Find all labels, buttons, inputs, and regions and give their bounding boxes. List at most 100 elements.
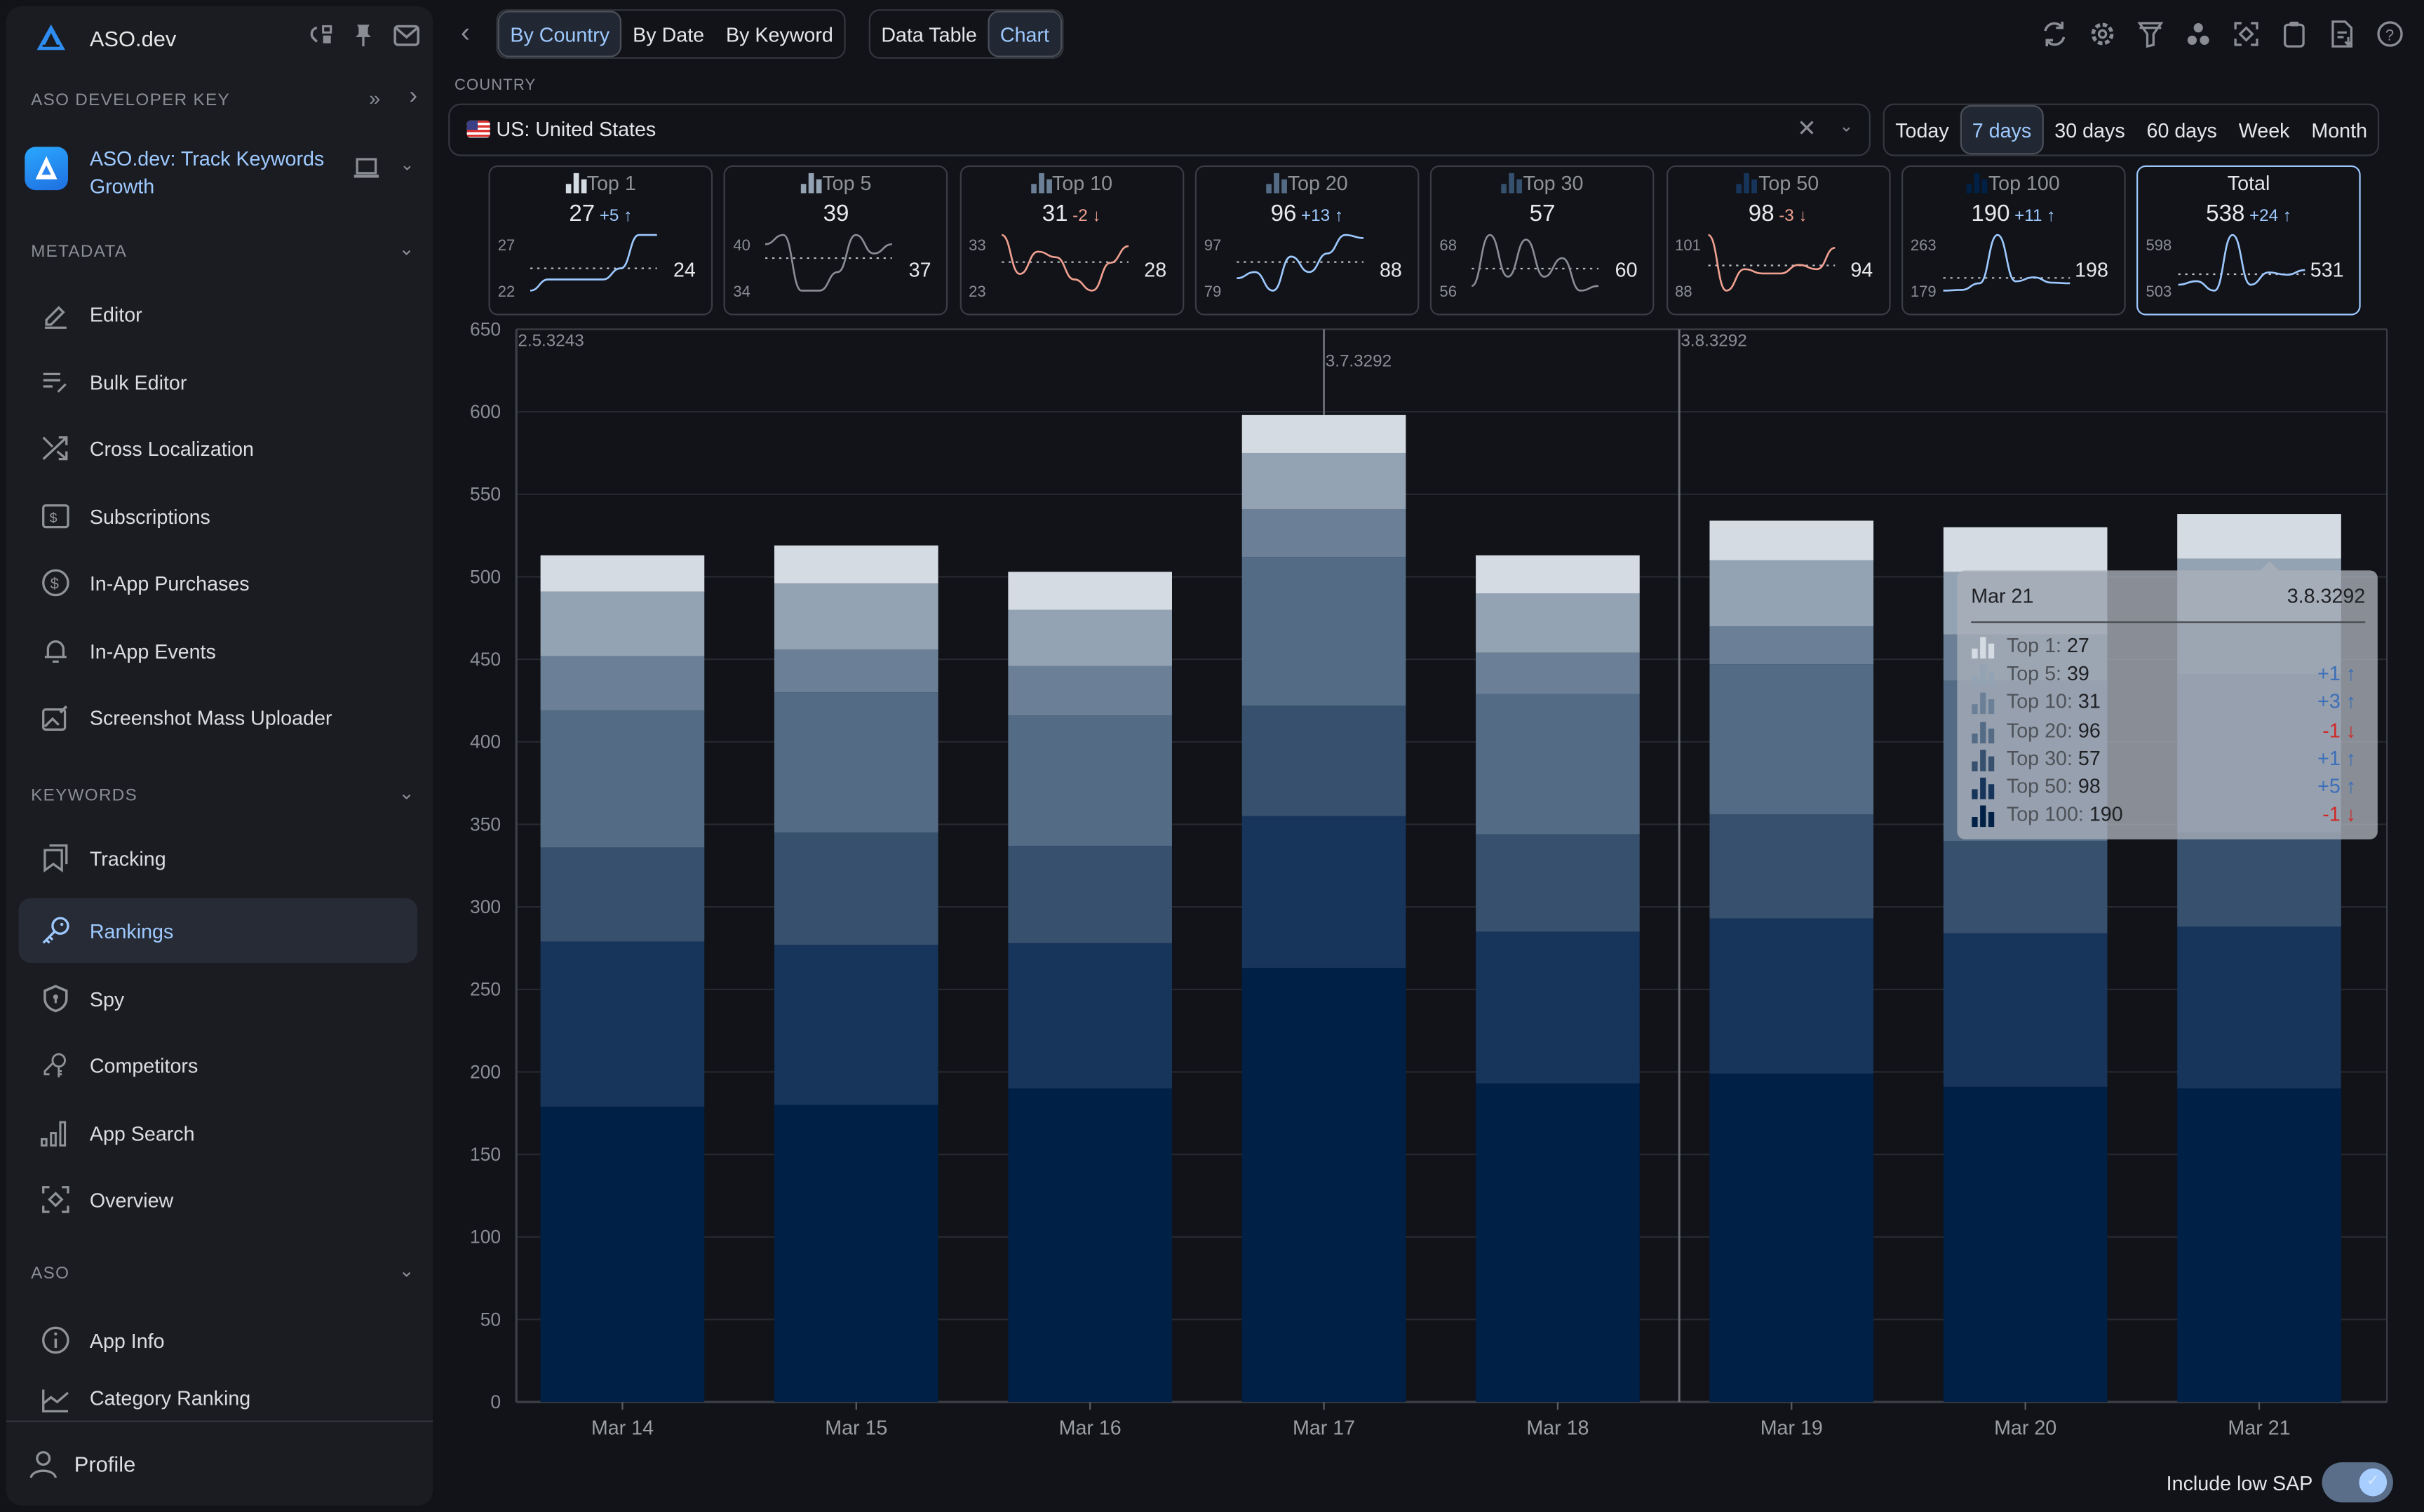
- tab-data-table[interactable]: Data Table: [870, 11, 988, 57]
- bar-segment-top-1[interactable]: [540, 555, 705, 592]
- range-7-days[interactable]: 7 days: [1960, 104, 2044, 155]
- bar-segment-top-100[interactable]: [774, 1105, 938, 1403]
- profile-button[interactable]: Profile: [28, 1448, 135, 1479]
- app-selector[interactable]: ASO.dev: Track Keywords Growth ⌄: [25, 142, 420, 204]
- bar-segment-top-20[interactable]: [540, 710, 705, 848]
- bar-segment-top-1[interactable]: [1241, 414, 1406, 453]
- bar-segment-top-30[interactable]: [2177, 832, 2341, 927]
- bar-segment-top-10[interactable]: [1241, 508, 1406, 558]
- range-week[interactable]: Week: [2228, 105, 2301, 155]
- tab-by-keyword[interactable]: By Keyword: [715, 11, 844, 57]
- sidebar-item-in-app-events[interactable]: In-App Events: [18, 619, 417, 684]
- bar-segment-top-100[interactable]: [2177, 1088, 2341, 1403]
- bar-segment-top-1[interactable]: [774, 545, 938, 583]
- sidebar-item-subscriptions[interactable]: $ Subscriptions: [18, 484, 417, 549]
- tab-by-date[interactable]: By Date: [622, 11, 715, 57]
- bar-segment-top-1[interactable]: [1709, 520, 1874, 560]
- bar-segment-top-100[interactable]: [1709, 1073, 1874, 1403]
- summary-card-top-20[interactable]: Top 20 96 +13 ↑ 97 79 88: [1194, 165, 1420, 316]
- clipboard-icon[interactable]: [2279, 18, 2310, 49]
- bar-segment-top-100[interactable]: [540, 1106, 705, 1403]
- summary-card-top-10[interactable]: Top 10 31 -2 ↓ 33 23 28: [959, 165, 1184, 316]
- help-icon[interactable]: ?: [2374, 18, 2405, 49]
- bar-segment-top-50[interactable]: [1476, 931, 1640, 1084]
- bar-segment-top-30[interactable]: [1709, 814, 1874, 919]
- bar-segment-top-10[interactable]: [1709, 626, 1874, 665]
- bar-segment-top-20[interactable]: [774, 692, 938, 833]
- include-low-sap-toggle[interactable]: ✓: [2322, 1462, 2393, 1503]
- chevron-down-icon[interactable]: ⌄: [1839, 116, 1853, 136]
- sidebar-item-app-info[interactable]: App Info: [18, 1308, 417, 1373]
- bar-segment-top-5[interactable]: [1008, 609, 1172, 666]
- bar-segment-top-5[interactable]: [1241, 452, 1406, 509]
- summary-card-total[interactable]: Total 538 +24 ↑ 598 503 531: [2136, 165, 2361, 316]
- bar-segment-top-100[interactable]: [1241, 968, 1406, 1403]
- bar-segment-top-1[interactable]: [2177, 514, 2341, 559]
- clear-icon[interactable]: ✕: [1797, 114, 1817, 142]
- range-60-days[interactable]: 60 days: [2136, 105, 2228, 155]
- bar-segment-top-10[interactable]: [540, 656, 705, 711]
- range-today[interactable]: Today: [1885, 105, 1960, 155]
- bar-segment-top-30[interactable]: [774, 832, 938, 945]
- bar-segment-top-50[interactable]: [1008, 943, 1172, 1088]
- bar-segment-top-5[interactable]: [540, 591, 705, 656]
- summary-card-top-50[interactable]: Top 50 98 -3 ↓ 101 88 94: [1665, 165, 1890, 316]
- refresh-icon[interactable]: [2039, 18, 2070, 49]
- country-select[interactable]: US: United States ✕ ⌄: [448, 103, 1871, 156]
- bar-segment-top-1[interactable]: [1943, 527, 2108, 572]
- expand-all-icon[interactable]: »: [369, 86, 380, 109]
- bar-segment-top-10[interactable]: [1008, 666, 1172, 716]
- section-metadata-chevron-icon[interactable]: ⌄: [399, 238, 415, 259]
- back-chevron-icon[interactable]: ‹: [461, 17, 470, 49]
- sidebar-item-spy[interactable]: Spy: [18, 966, 417, 1032]
- bar-segment-top-100[interactable]: [1476, 1083, 1640, 1403]
- bar-segment-top-5[interactable]: [774, 583, 938, 650]
- bar-segment-top-30[interactable]: [1008, 846, 1172, 943]
- tab-by-country[interactable]: By Country: [497, 11, 622, 58]
- sidebar-item-bulk-editor[interactable]: Bulk Editor: [18, 349, 417, 414]
- bar-segment-top-20[interactable]: [1241, 557, 1406, 706]
- focus-icon[interactable]: [2231, 18, 2262, 49]
- bar-segment-top-1[interactable]: [1008, 572, 1172, 610]
- bar-segment-top-50[interactable]: [2177, 926, 2341, 1088]
- bar-segment-top-50[interactable]: [540, 941, 705, 1107]
- cluster-icon[interactable]: [2183, 18, 2214, 49]
- bar-segment-top-5[interactable]: [1476, 593, 1640, 653]
- tab-chart[interactable]: Chart: [988, 11, 1062, 58]
- bar-segment-top-50[interactable]: [1241, 816, 1406, 968]
- bar-segment-top-20[interactable]: [1709, 664, 1874, 815]
- bar-segment-top-50[interactable]: [774, 945, 938, 1105]
- section-aso-chevron-icon[interactable]: ⌄: [399, 1260, 415, 1281]
- switch-view-icon[interactable]: [309, 23, 334, 48]
- bar-segment-top-20[interactable]: [1008, 715, 1172, 846]
- bar-segment-top-1[interactable]: [1476, 555, 1640, 594]
- bar-segment-top-30[interactable]: [1241, 706, 1406, 816]
- sidebar-item-app-search[interactable]: App Search: [18, 1100, 417, 1166]
- range-month[interactable]: Month: [2301, 105, 2378, 155]
- sidebar-item-editor[interactable]: Editor: [18, 281, 417, 346]
- bar-segment-top-5[interactable]: [1709, 560, 1874, 627]
- bar-segment-top-30[interactable]: [1476, 834, 1640, 932]
- sidebar-item-tracking[interactable]: Tracking: [18, 825, 417, 891]
- bar-segment-top-30[interactable]: [540, 847, 705, 942]
- bar-segment-top-50[interactable]: [1709, 918, 1874, 1074]
- pin-icon[interactable]: [353, 23, 375, 48]
- bar-segment-top-10[interactable]: [774, 649, 938, 693]
- bar-segment-top-50[interactable]: [1943, 933, 2108, 1087]
- bar-segment-top-10[interactable]: [1476, 652, 1640, 694]
- summary-card-top-5[interactable]: Top 5 39 40 34 37: [724, 165, 948, 316]
- chevron-right-icon[interactable]: ›: [409, 83, 417, 112]
- sidebar-item-overview[interactable]: Overview: [18, 1167, 417, 1232]
- bar-segment-top-100[interactable]: [1008, 1088, 1172, 1403]
- sidebar-item-competitors[interactable]: Competitors: [18, 1032, 417, 1098]
- export-icon[interactable]: [2327, 18, 2357, 49]
- sidebar-item-in-app-purchases[interactable]: $ In-App Purchases: [18, 551, 417, 616]
- bar-segment-top-30[interactable]: [1943, 840, 2108, 933]
- sidebar-item-screenshot-mass-uploader[interactable]: Screenshot Mass Uploader: [18, 684, 417, 750]
- bar-segment-top-100[interactable]: [1943, 1086, 2108, 1403]
- sidebar-item-category-ranking[interactable]: Category Ranking: [18, 1376, 417, 1419]
- summary-card-top-30[interactable]: Top 30 57 68 56 60: [1430, 165, 1655, 316]
- chevron-down-icon[interactable]: ⌄: [400, 154, 414, 175]
- sidebar-item-cross-localization[interactable]: Cross Localization: [18, 416, 417, 481]
- bar-segment-top-20[interactable]: [1476, 694, 1640, 835]
